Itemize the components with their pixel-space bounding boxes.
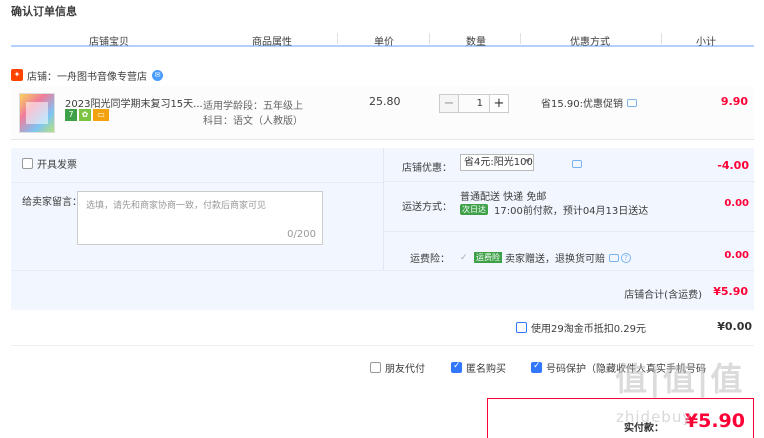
insurance-amount: 0.00: [724, 250, 749, 261]
anonymous-option[interactable]: 匿名购买: [451, 360, 506, 375]
column-header: 店铺宝贝 商品属性 单价 数量 优惠方式 小计: [11, 31, 754, 48]
guarantee-icon: ✿: [79, 109, 91, 121]
shipping-method: 普通配送 快递 免邮: [460, 192, 547, 203]
increase-quantity-button[interactable]: +: [489, 94, 509, 113]
order-extras-panel: 开具发票 给卖家留言： 选填，请先和商家协商一致，付款后商家可见 0/200 店…: [11, 148, 755, 270]
watermark-logo: 值|值|值: [615, 360, 745, 398]
shipping-eta: 17:00前付款，预计04月13日送达: [494, 206, 649, 217]
promo-info: 省15.90:优惠促销: [541, 95, 637, 110]
watermark-text: zhidebuy: [616, 408, 693, 426]
page-title: 确认订单信息: [11, 5, 77, 18]
quantity-input[interactable]: 1: [459, 94, 489, 113]
friend-pay-label: 朋友代付: [385, 364, 425, 375]
coupon-amount: -4.00: [717, 159, 749, 172]
shop-total-label: 店铺合计(含运费): [624, 290, 702, 301]
promo-detail-icon[interactable]: [627, 98, 637, 107]
col-subtotal: 小计: [696, 37, 716, 48]
insurance-text: 卖家赠送，退换货可赔: [505, 254, 605, 265]
coupon-label: 店铺优惠：: [402, 163, 452, 174]
col-separator: [429, 33, 430, 44]
help-icon[interactable]: ?: [621, 252, 631, 263]
col-item: 店铺宝贝: [89, 37, 129, 48]
decrease-quantity-button[interactable]: −: [439, 94, 459, 113]
invoice-checkbox[interactable]: [22, 158, 33, 169]
shop-row: ✦ 店铺：一舟图书音像专营店 ✉: [11, 66, 163, 84]
shipping-eta-line: 次日达 17:00前付款，预计04月13日送达: [460, 202, 648, 217]
friend-pay-checkbox[interactable]: [370, 362, 381, 373]
shipping-label: 运送方式：: [402, 202, 452, 213]
seller-note-textarea[interactable]: 选填，请先和商家协商一致，付款后商家可见 0/200: [77, 191, 323, 245]
insurance-label: 运费险：: [410, 254, 450, 265]
divider: [11, 182, 383, 183]
shipping-row: 运送方式： 普通配送 快递 免邮 次日达 17:00前付款，预计04月13日送达…: [384, 182, 755, 232]
coupon-select[interactable]: 省4元:阳光100: [460, 154, 534, 171]
tmall-shop-icon: ✦: [11, 69, 23, 81]
number-protect-checkbox[interactable]: [531, 361, 542, 373]
divider: [11, 345, 754, 346]
insurance-info: ✓ 运费险 卖家赠送，退换货可赔 ?: [460, 250, 631, 265]
credit-card-icon: ▭: [93, 109, 109, 121]
promo-text: 省15.90:优惠促销: [541, 99, 623, 110]
cart-item-row: 2023阳光同学期末复习15天... 7 ✿ ▭ 适用学龄段：五年级上 科目：语…: [11, 86, 754, 140]
invoice-label: 开具发票: [37, 160, 77, 171]
attr-stage: 适用学龄段：五年级上: [203, 101, 303, 112]
total-value: ¥5.90: [684, 410, 745, 432]
invoice-option[interactable]: 开具发票: [22, 156, 77, 171]
unit-price: 25.80: [369, 95, 401, 108]
chat-seller-icon[interactable]: ✉: [152, 69, 163, 81]
anonymous-label: 匿名购买: [466, 364, 506, 375]
shipping-amount: 0.00: [724, 198, 749, 209]
coin-deduct-option[interactable]: 使用29淘金币抵扣0.29元: [516, 320, 646, 335]
service-badges: 7 ✿ ▭: [65, 109, 109, 121]
col-price: 单价: [374, 37, 394, 48]
item-subtotal: 9.90: [720, 95, 748, 108]
check-icon: ✓: [460, 252, 468, 263]
extras-left: 开具发票 给卖家留言： 选填，请先和商家协商一致，付款后商家可见 0/200: [11, 148, 383, 270]
extras-right: 店铺优惠： 省4元:阳光100 -4.00 运送方式： 普通配送 快递 免邮 次…: [383, 148, 755, 270]
friend-pay-option[interactable]: 朋友代付: [370, 360, 425, 375]
insurance-row: 运费险： ✓ 运费险 卖家赠送，退换货可赔 ? 0.00: [384, 232, 755, 270]
shop-total-value: ¥5.90: [713, 285, 748, 298]
note-placeholder: 选填，请先和商家协商一致，付款后商家可见: [86, 201, 267, 211]
next-day-badge: 次日达: [460, 204, 488, 215]
product-title-link[interactable]: 2023阳光同学期末复习15天...: [65, 95, 203, 110]
quantity-stepper: − 1 +: [439, 94, 509, 113]
insurance-chat-icon[interactable]: [609, 253, 619, 262]
insurance-badge: 运费险: [474, 252, 502, 263]
seven-day-return-icon: 7: [65, 109, 77, 121]
col-separator: [520, 33, 521, 44]
coin-checkbox[interactable]: [516, 322, 527, 333]
coupon-info-icon[interactable]: [572, 160, 582, 168]
col-attr: 商品属性: [252, 37, 292, 48]
shop-coupon-row: 店铺优惠： 省4元:阳光100 -4.00: [384, 148, 755, 182]
col-qty: 数量: [466, 37, 486, 48]
coin-value: ¥0.00: [717, 320, 752, 333]
product-thumbnail[interactable]: [19, 93, 55, 133]
attr-subject: 科目：语文（人教版）: [203, 116, 303, 127]
coin-label: 使用29淘金币抵扣0.29元: [531, 324, 646, 335]
shop-name-link[interactable]: 店铺：一舟图书音像专营店: [27, 68, 147, 83]
note-char-count: 0/200: [287, 229, 316, 240]
col-promo: 优惠方式: [570, 37, 610, 48]
col-separator: [337, 33, 338, 44]
anonymous-checkbox[interactable]: [451, 361, 462, 373]
col-separator: [661, 33, 662, 44]
note-label: 给卖家留言：: [22, 197, 82, 208]
shop-total-row: 店铺合计(含运费) ¥5.90: [11, 270, 754, 310]
